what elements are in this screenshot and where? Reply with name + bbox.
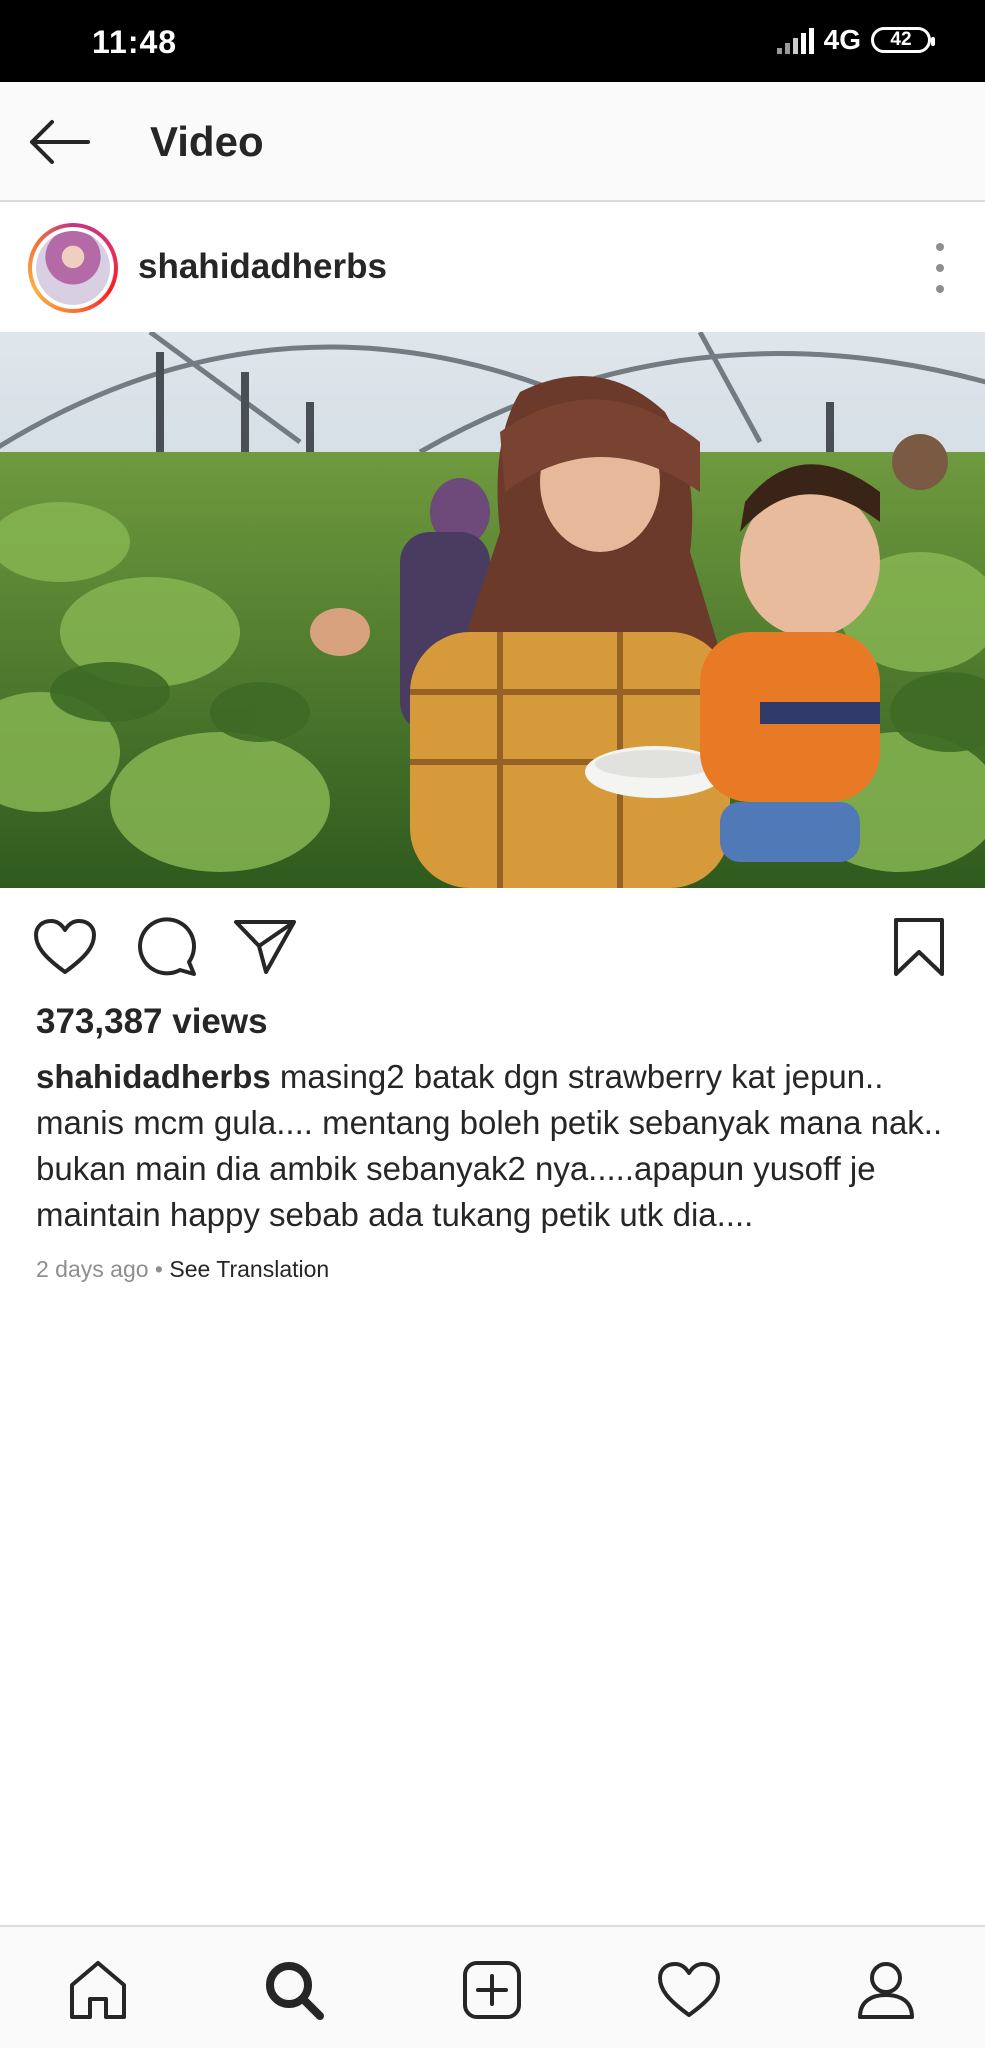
network-type: 4G	[823, 24, 861, 55]
post-header: shahidadherbs	[0, 203, 985, 331]
share-button[interactable]	[230, 912, 300, 982]
battery-level: 42	[890, 29, 912, 50]
video-frame	[0, 332, 985, 888]
comment-button[interactable]	[132, 912, 202, 982]
activity-heart-icon	[658, 1962, 720, 2017]
status-bar: 11:48 4G 42	[0, 0, 985, 82]
search-icon	[266, 1962, 324, 2020]
nav-home[interactable]	[63, 1955, 133, 2025]
status-indicators: 4G 42	[776, 24, 935, 56]
home-icon	[70, 1961, 126, 2019]
view-count: 373,387 views	[36, 1002, 268, 1041]
see-translation-link[interactable]: See Translation	[169, 1256, 329, 1282]
bookmark-icon	[894, 918, 944, 976]
app-header: Video	[0, 82, 985, 202]
post-meta: 2 days ago • See Translation	[36, 1256, 329, 1283]
video-player[interactable]	[0, 332, 985, 888]
profile-icon	[858, 1962, 914, 2019]
nav-activity[interactable]	[654, 1955, 724, 2025]
like-button[interactable]	[30, 912, 100, 982]
more-vertical-icon	[936, 243, 944, 251]
battery-icon: 42	[871, 27, 935, 53]
signal-icon	[776, 26, 814, 54]
save-button[interactable]	[884, 912, 954, 982]
comment-icon	[138, 917, 197, 976]
nav-profile[interactable]	[851, 1955, 921, 2025]
send-icon	[234, 920, 296, 974]
caption-username[interactable]: shahidadherbs	[36, 1058, 271, 1095]
arrow-left-icon	[30, 120, 90, 164]
nav-search[interactable]	[259, 1955, 329, 2025]
post-username[interactable]: shahidadherbs	[138, 247, 387, 287]
post-actions	[0, 888, 985, 1008]
post-caption: shahidadherbs masing2 batak dgn strawber…	[36, 1054, 956, 1238]
heart-icon	[34, 919, 96, 974]
post-time: 2 days ago	[36, 1256, 149, 1282]
meta-separator: •	[148, 1256, 170, 1282]
status-time: 11:48	[92, 24, 178, 60]
back-button[interactable]	[24, 112, 94, 172]
bottom-nav	[0, 1925, 985, 2048]
avatar[interactable]	[28, 223, 118, 313]
nav-add-post[interactable]	[457, 1955, 527, 2025]
add-post-icon	[463, 1961, 521, 2019]
more-options-button[interactable]	[925, 243, 955, 293]
page-title: Video	[150, 118, 264, 165]
